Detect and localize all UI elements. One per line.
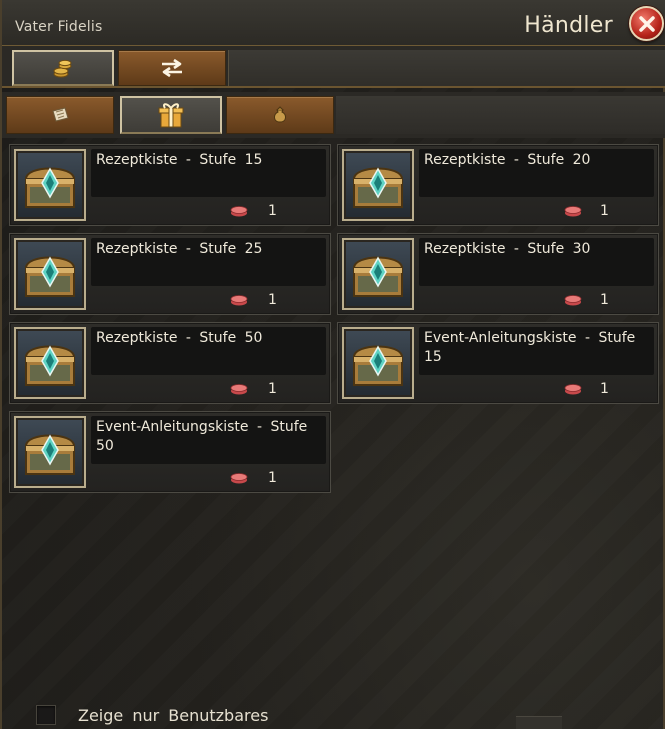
treasure-chest-icon xyxy=(352,256,404,297)
resize-handle[interactable] xyxy=(516,716,562,729)
item-slot[interactable]: Event-Anleitungskiste - Stufe 50 1 xyxy=(9,411,331,493)
tab-exchange[interactable] xyxy=(118,50,226,86)
token-icon xyxy=(564,384,582,395)
item-price: 1 xyxy=(268,203,277,219)
item-icon-frame xyxy=(342,327,414,399)
item-name: Rezeptkiste - Stufe 30 xyxy=(424,241,591,257)
tab-boxes[interactable] xyxy=(120,96,222,134)
tab-bags[interactable] xyxy=(226,96,334,134)
tab-scrolls[interactable] xyxy=(6,96,114,134)
usable-only-checkbox[interactable] xyxy=(36,705,56,725)
item-icon-frame xyxy=(14,238,86,310)
item-price: 1 xyxy=(600,292,609,308)
treasure-chest-icon xyxy=(24,256,76,297)
merchant-window: Vater Fidelis Händler Rezeptkiste - Stuf… xyxy=(0,0,665,729)
item-name: Rezeptkiste - Stufe 25 xyxy=(96,241,263,257)
usable-filter: Zeige nur Benutzbares xyxy=(36,703,268,727)
item-price: 1 xyxy=(600,381,609,397)
tab-bar-filler xyxy=(228,50,665,86)
tab-bar-filler xyxy=(336,96,665,134)
treasure-chest-icon xyxy=(352,167,404,208)
money-bag-icon xyxy=(274,106,286,123)
token-icon xyxy=(230,295,248,306)
coins-icon xyxy=(53,59,72,78)
category-tab-bar xyxy=(2,92,665,138)
treasure-chest-icon xyxy=(24,345,76,386)
item-name: Rezeptkiste - Stufe 20 xyxy=(424,152,591,168)
item-price: 1 xyxy=(268,292,277,308)
treasure-chest-icon xyxy=(24,434,76,475)
item-name: Rezeptkiste - Stufe 15 xyxy=(96,152,263,168)
item-slot[interactable]: Rezeptkiste - Stufe 25 1 xyxy=(9,233,331,315)
item-name: Event-Anleitungskiste - Stufe 50 xyxy=(96,419,308,454)
item-icon-frame xyxy=(342,238,414,310)
item-icon-frame xyxy=(14,149,86,221)
item-slot[interactable]: Event-Anleitungskiste - Stufe 15 1 xyxy=(337,322,659,404)
close-button[interactable] xyxy=(629,6,664,41)
item-price: 1 xyxy=(600,203,609,219)
treasure-chest-icon xyxy=(24,167,76,208)
title-bar[interactable]: Vater Fidelis Händler xyxy=(2,0,665,46)
item-slot[interactable]: Rezeptkiste - Stufe 15 1 xyxy=(9,144,331,226)
window-title: Händler xyxy=(524,13,613,38)
token-icon xyxy=(564,206,582,217)
item-slot[interactable]: Rezeptkiste - Stufe 30 1 xyxy=(337,233,659,315)
scroll-icon xyxy=(52,107,69,122)
item-name: Event-Anleitungskiste - Stufe 15 xyxy=(424,330,636,365)
tab-buy[interactable] xyxy=(12,50,114,86)
item-slot[interactable]: Rezeptkiste - Stufe 50 1 xyxy=(9,322,331,404)
token-icon xyxy=(230,384,248,395)
usable-only-label: Zeige nur Benutzbares xyxy=(78,705,269,725)
item-slot[interactable]: Rezeptkiste - Stufe 20 1 xyxy=(337,144,659,226)
item-icon-frame xyxy=(14,327,86,399)
item-icon-frame xyxy=(342,149,414,221)
gift-box-icon xyxy=(158,103,184,128)
item-name: Rezeptkiste - Stufe 50 xyxy=(96,330,263,346)
token-icon xyxy=(230,473,248,484)
close-icon xyxy=(638,15,655,32)
item-price: 1 xyxy=(268,381,277,397)
item-price: 1 xyxy=(268,470,277,486)
main-tab-bar xyxy=(2,46,665,88)
token-icon xyxy=(564,295,582,306)
treasure-chest-icon xyxy=(352,345,404,386)
npc-name: Vater Fidelis xyxy=(15,19,103,35)
swap-arrows-icon xyxy=(162,58,182,78)
token-icon xyxy=(230,206,248,217)
item-icon-frame xyxy=(14,416,86,488)
